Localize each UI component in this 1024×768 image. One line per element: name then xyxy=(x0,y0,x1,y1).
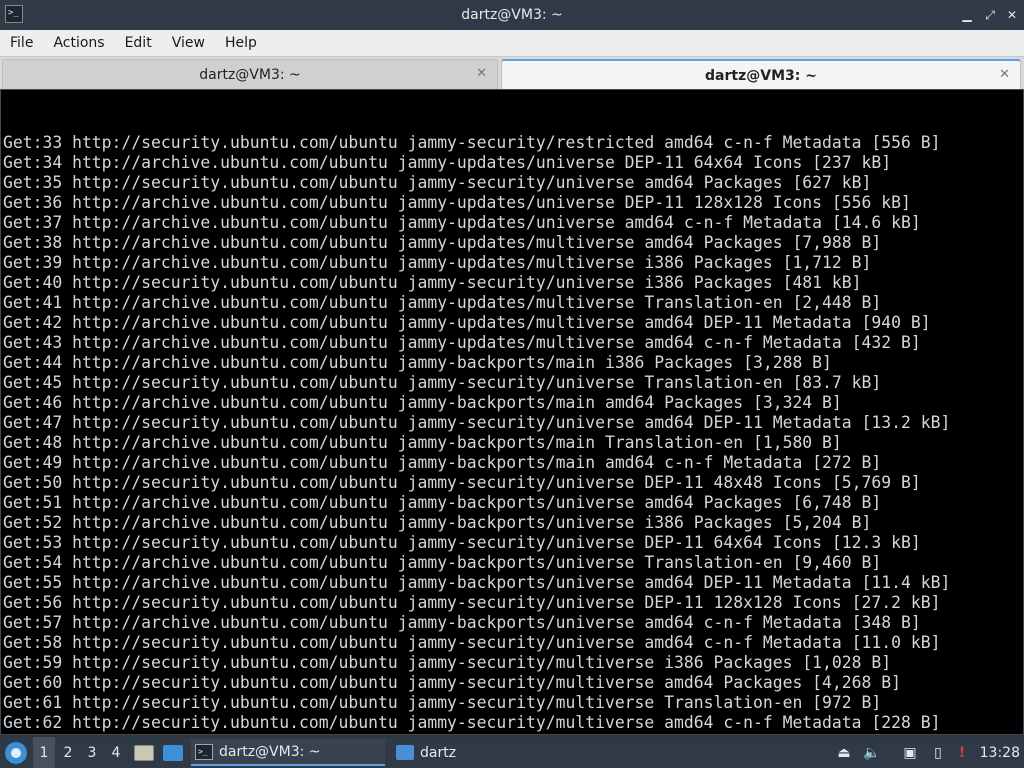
workspace-3[interactable]: 3 xyxy=(81,737,103,768)
terminal-icon: >_ xyxy=(195,743,213,760)
terminal-line: Fetched 8,373 kB in 18s (458 kB/s) xyxy=(3,733,950,734)
file-manager-icon[interactable] xyxy=(134,745,154,761)
tab-bar: dartz@VM3: ~ ✕ dartz@VM3: ~ ✕ xyxy=(0,56,1024,90)
menu-file[interactable]: File xyxy=(0,35,43,51)
terminal-line: Get:44 http://archive.ubuntu.com/ubuntu … xyxy=(3,353,832,372)
tab-terminal-2[interactable]: dartz@VM3: ~ ✕ xyxy=(501,59,1021,90)
tab-close-icon[interactable]: ✕ xyxy=(476,66,487,81)
eject-icon[interactable]: ⏏ xyxy=(832,737,856,768)
volume-icon[interactable]: 🔈 xyxy=(860,737,884,768)
terminal-line: Get:58 http://security.ubuntu.com/ubuntu… xyxy=(3,633,941,652)
terminal-line: Get:45 http://security.ubuntu.com/ubuntu… xyxy=(3,373,882,392)
terminal-line: Get:43 http://archive.ubuntu.com/ubuntu … xyxy=(3,333,921,352)
desktop-icon[interactable] xyxy=(163,745,183,761)
terminal-line: Get:37 http://archive.ubuntu.com/ubuntu … xyxy=(3,213,921,232)
terminal-line: Get:55 http://archive.ubuntu.com/ubuntu … xyxy=(3,573,951,592)
terminal-line: Get:40 http://security.ubuntu.com/ubuntu… xyxy=(3,273,862,292)
network-icon[interactable]: ▣ xyxy=(898,737,922,768)
terminal-line: Get:33 http://security.ubuntu.com/ubuntu… xyxy=(3,133,941,152)
terminal-line: Get:46 http://archive.ubuntu.com/ubuntu … xyxy=(3,393,842,412)
terminal-line: Get:35 http://security.ubuntu.com/ubuntu… xyxy=(3,173,872,192)
tab-terminal-1[interactable]: dartz@VM3: ~ ✕ xyxy=(2,59,498,90)
task-label: dartz@VM3: ~ xyxy=(219,743,321,760)
task-folder-dartz[interactable]: dartz xyxy=(392,739,542,766)
menu-help[interactable]: Help xyxy=(215,35,267,51)
clock[interactable]: 13:28 xyxy=(980,737,1020,768)
terminal-line: Get:62 http://security.ubuntu.com/ubuntu… xyxy=(3,713,941,732)
maximize-button[interactable]: ⤢ xyxy=(979,0,1001,30)
menu-edit[interactable]: Edit xyxy=(115,35,162,51)
terminal-line: Get:59 http://security.ubuntu.com/ubuntu… xyxy=(3,653,892,672)
task-label: dartz xyxy=(420,744,457,761)
terminal-view[interactable]: Get:33 http://security.ubuntu.com/ubuntu… xyxy=(0,89,1024,735)
window-titlebar[interactable]: >_ dartz@VM3: ~ ▁ ⤢ ✕ xyxy=(0,0,1024,30)
terminal-line: Get:53 http://security.ubuntu.com/ubuntu… xyxy=(3,533,921,552)
workspace-1[interactable]: 1 xyxy=(33,737,55,768)
terminal-line: Get:39 http://archive.ubuntu.com/ubuntu … xyxy=(3,253,872,272)
menu-actions[interactable]: Actions xyxy=(43,35,114,51)
lxqt-start-icon[interactable] xyxy=(5,742,27,764)
clipboard-icon[interactable]: ▯ xyxy=(926,737,950,768)
terminal-line: Get:60 http://security.ubuntu.com/ubuntu… xyxy=(3,673,901,692)
terminal-line: Get:50 http://security.ubuntu.com/ubuntu… xyxy=(3,473,921,492)
terminal-line: Get:49 http://archive.ubuntu.com/ubuntu … xyxy=(3,453,882,472)
taskbar: 1 2 3 4 >_ dartz@VM3: ~ dartz ⏏ 🔈 ▣ ▯ ! … xyxy=(0,737,1024,768)
minimize-button[interactable]: ▁ xyxy=(956,0,978,30)
terminal-line: Get:52 http://archive.ubuntu.com/ubuntu … xyxy=(3,513,872,532)
terminal-line: Get:36 http://archive.ubuntu.com/ubuntu … xyxy=(3,193,911,212)
terminal-line: Get:56 http://security.ubuntu.com/ubuntu… xyxy=(3,593,941,612)
terminal-line: Get:38 http://archive.ubuntu.com/ubuntu … xyxy=(3,233,882,252)
close-button[interactable]: ✕ xyxy=(1001,0,1023,30)
terminal-line: Get:41 http://archive.ubuntu.com/ubuntu … xyxy=(3,293,882,312)
menu-view[interactable]: View xyxy=(162,35,215,51)
tab-label: dartz@VM3: ~ xyxy=(705,67,817,84)
terminal-line: Get:34 http://archive.ubuntu.com/ubuntu … xyxy=(3,153,892,172)
window-title: dartz@VM3: ~ xyxy=(461,7,563,23)
terminal-line: Get:42 http://archive.ubuntu.com/ubuntu … xyxy=(3,313,931,332)
terminal-icon: >_ xyxy=(5,5,23,23)
terminal-line: Get:51 http://archive.ubuntu.com/ubuntu … xyxy=(3,493,882,512)
terminal-line: Get:61 http://security.ubuntu.com/ubuntu… xyxy=(3,693,882,712)
terminal-line: Get:57 http://archive.ubuntu.com/ubuntu … xyxy=(3,613,921,632)
terminal-line: Get:48 http://archive.ubuntu.com/ubuntu … xyxy=(3,433,842,452)
terminal-line: Get:47 http://security.ubuntu.com/ubuntu… xyxy=(3,413,951,432)
terminal-line: Get:54 http://archive.ubuntu.com/ubuntu … xyxy=(3,553,882,572)
folder-icon xyxy=(396,745,414,760)
tab-close-icon[interactable]: ✕ xyxy=(999,67,1010,82)
menubar: File Actions Edit View Help xyxy=(0,30,1024,56)
workspace-4[interactable]: 4 xyxy=(105,737,127,768)
workspace-2[interactable]: 2 xyxy=(57,737,79,768)
tab-label: dartz@VM3: ~ xyxy=(199,67,301,83)
task-terminal[interactable]: >_ dartz@VM3: ~ xyxy=(191,739,385,766)
terminal-output: Get:33 http://security.ubuntu.com/ubuntu… xyxy=(3,93,951,734)
update-notifier-icon[interactable]: ! xyxy=(950,737,974,768)
